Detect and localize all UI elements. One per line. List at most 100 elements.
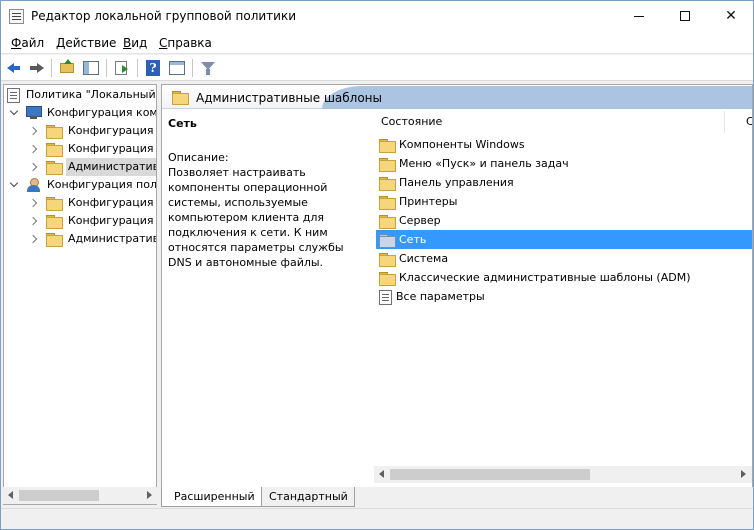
export-list-icon — [115, 61, 128, 75]
filter-button[interactable] — [198, 58, 218, 78]
list-item-all-settings[interactable]: Все параметры — [376, 287, 752, 306]
column-header-state[interactable]: Состояние — [381, 115, 442, 128]
details-pane: Административные шаблоны Сеть Описание: … — [161, 84, 753, 505]
tree-item-user-config[interactable]: Конфигурация поль — [9, 176, 156, 194]
tree-item-software-settings[interactable]: Конфигурация п — [28, 122, 157, 140]
chevron-right-icon[interactable] — [28, 126, 38, 136]
menu-view-label: ид — [131, 36, 148, 50]
description-text: Позволяет настраивать компоненты операци… — [168, 166, 344, 269]
properties-icon — [169, 61, 185, 75]
list-item-network[interactable]: Сеть — [376, 230, 752, 249]
tree-item-label: Конфигурация W — [68, 142, 156, 155]
properties-button[interactable] — [167, 58, 187, 78]
tree-item-computer-config[interactable]: Конфигурация комп — [9, 104, 157, 122]
tab-label: Стандартный — [269, 490, 348, 503]
policy-document-icon — [7, 87, 20, 103]
menu-file[interactable]: Файл — [11, 36, 44, 50]
folder-icon — [379, 215, 396, 229]
chevron-right-icon[interactable] — [28, 144, 38, 154]
chevron-right-icon[interactable] — [28, 198, 38, 208]
window-title: Редактор локальной групповой политики — [31, 9, 297, 23]
list-column-header: Состояние С — [376, 109, 752, 133]
tree-item-label: Конфигурация п — [68, 124, 157, 137]
folder-icon — [46, 143, 63, 157]
folder-icon — [379, 139, 396, 153]
maximize-button[interactable] — [662, 1, 708, 31]
tab-extended[interactable]: Расширенный — [161, 487, 262, 507]
scroll-right-icon[interactable] — [147, 491, 152, 499]
tab-label: Расширенный — [174, 490, 255, 503]
tab-standard[interactable]: Стандартный — [257, 487, 355, 507]
back-button[interactable] — [4, 58, 24, 78]
forward-arrow-icon — [30, 63, 44, 73]
column-separator[interactable] — [724, 111, 725, 133]
list-item-label: Классические административные шаблоны (A… — [399, 271, 691, 284]
tree-horizontal-scrollbar[interactable] — [3, 487, 157, 504]
tree-item-label: Конфигурация комп — [47, 106, 157, 119]
toolbar-separator — [51, 59, 52, 77]
tree-item-user-software-settings[interactable]: Конфигурация п — [28, 194, 156, 212]
list-item-server[interactable]: Сервер — [376, 211, 752, 230]
toolbar-separator — [192, 59, 193, 77]
folder-up-icon — [60, 59, 74, 73]
list-item-classic-adm[interactable]: Классические административные шаблоны (A… — [376, 268, 752, 287]
list-item-printers[interactable]: Принтеры — [376, 192, 752, 211]
list-item-label: Компоненты Windows — [399, 138, 525, 151]
header-title: Административные шаблоны — [196, 91, 383, 105]
filter-icon — [201, 62, 215, 75]
minimize-button[interactable] — [616, 1, 662, 31]
column-header-next[interactable]: С — [746, 115, 752, 128]
app-icon — [9, 9, 24, 24]
scroll-thumb[interactable] — [19, 490, 99, 501]
list-item-windows-components[interactable]: Компоненты Windows — [376, 135, 752, 154]
chevron-right-icon[interactable] — [28, 216, 38, 226]
forward-button[interactable] — [26, 58, 46, 78]
menu-help[interactable]: Справка — [159, 36, 212, 50]
tree-item-root[interactable]: Политика "Локальный — [7, 86, 156, 104]
chevron-down-icon[interactable] — [9, 178, 19, 188]
tree-item-admin-templates[interactable]: Административ — [28, 158, 156, 176]
user-icon — [26, 178, 42, 192]
chevron-right-icon[interactable] — [28, 234, 38, 244]
status-bar — [1, 508, 753, 529]
up-level-button[interactable] — [57, 58, 77, 78]
folder-icon — [379, 177, 396, 191]
folder-icon — [172, 91, 189, 105]
list-item-label: Сервер — [399, 214, 441, 227]
tree-item-label: Административ — [68, 232, 157, 245]
scroll-right-icon[interactable] — [741, 470, 746, 478]
maximize-icon — [680, 11, 690, 21]
settings-list-icon — [379, 289, 392, 305]
list-item-label: Панель управления — [399, 176, 514, 189]
close-button[interactable]: ✕ — [708, 1, 754, 31]
chevron-right-icon[interactable] — [28, 162, 38, 172]
toolbar-separator — [137, 59, 138, 77]
menu-view[interactable]: Вид — [123, 36, 147, 50]
scroll-left-icon[interactable] — [8, 491, 13, 499]
console-tree[interactable]: Политика "Локальный Конфигурация комп Ко… — [3, 84, 157, 505]
title-bar[interactable]: Редактор локальной групповой политики ✕ — [1, 1, 753, 31]
list-horizontal-scrollbar[interactable] — [374, 466, 752, 483]
list-item-control-panel[interactable]: Панель управления — [376, 173, 752, 192]
list-item-system[interactable]: Система — [376, 249, 752, 268]
folder-icon — [46, 197, 63, 211]
folder-icon — [379, 196, 396, 210]
folder-icon — [46, 233, 63, 247]
help-button[interactable]: ? — [143, 58, 163, 78]
folder-icon — [46, 161, 63, 175]
menu-file-accel: Ф — [11, 36, 22, 50]
show-tree-icon — [83, 61, 99, 75]
tree-item-windows-settings[interactable]: Конфигурация W — [28, 140, 156, 158]
export-list-button[interactable] — [112, 58, 132, 78]
list-item-label: Сеть — [399, 233, 427, 246]
scroll-thumb[interactable] — [390, 469, 590, 480]
chevron-down-icon[interactable] — [9, 106, 19, 116]
tree-item-user-admin-templates[interactable]: Административ — [28, 230, 157, 248]
scroll-left-icon[interactable] — [379, 470, 384, 478]
list-item-start-menu[interactable]: Меню «Пуск» и панель задач — [376, 154, 752, 173]
show-tree-button[interactable] — [81, 58, 101, 78]
tree-item-user-windows-settings[interactable]: Конфигурация W — [28, 212, 156, 230]
description-title: Сеть — [168, 117, 197, 130]
menu-action-label: ействие — [65, 36, 117, 50]
menu-action[interactable]: Действие — [56, 36, 116, 50]
